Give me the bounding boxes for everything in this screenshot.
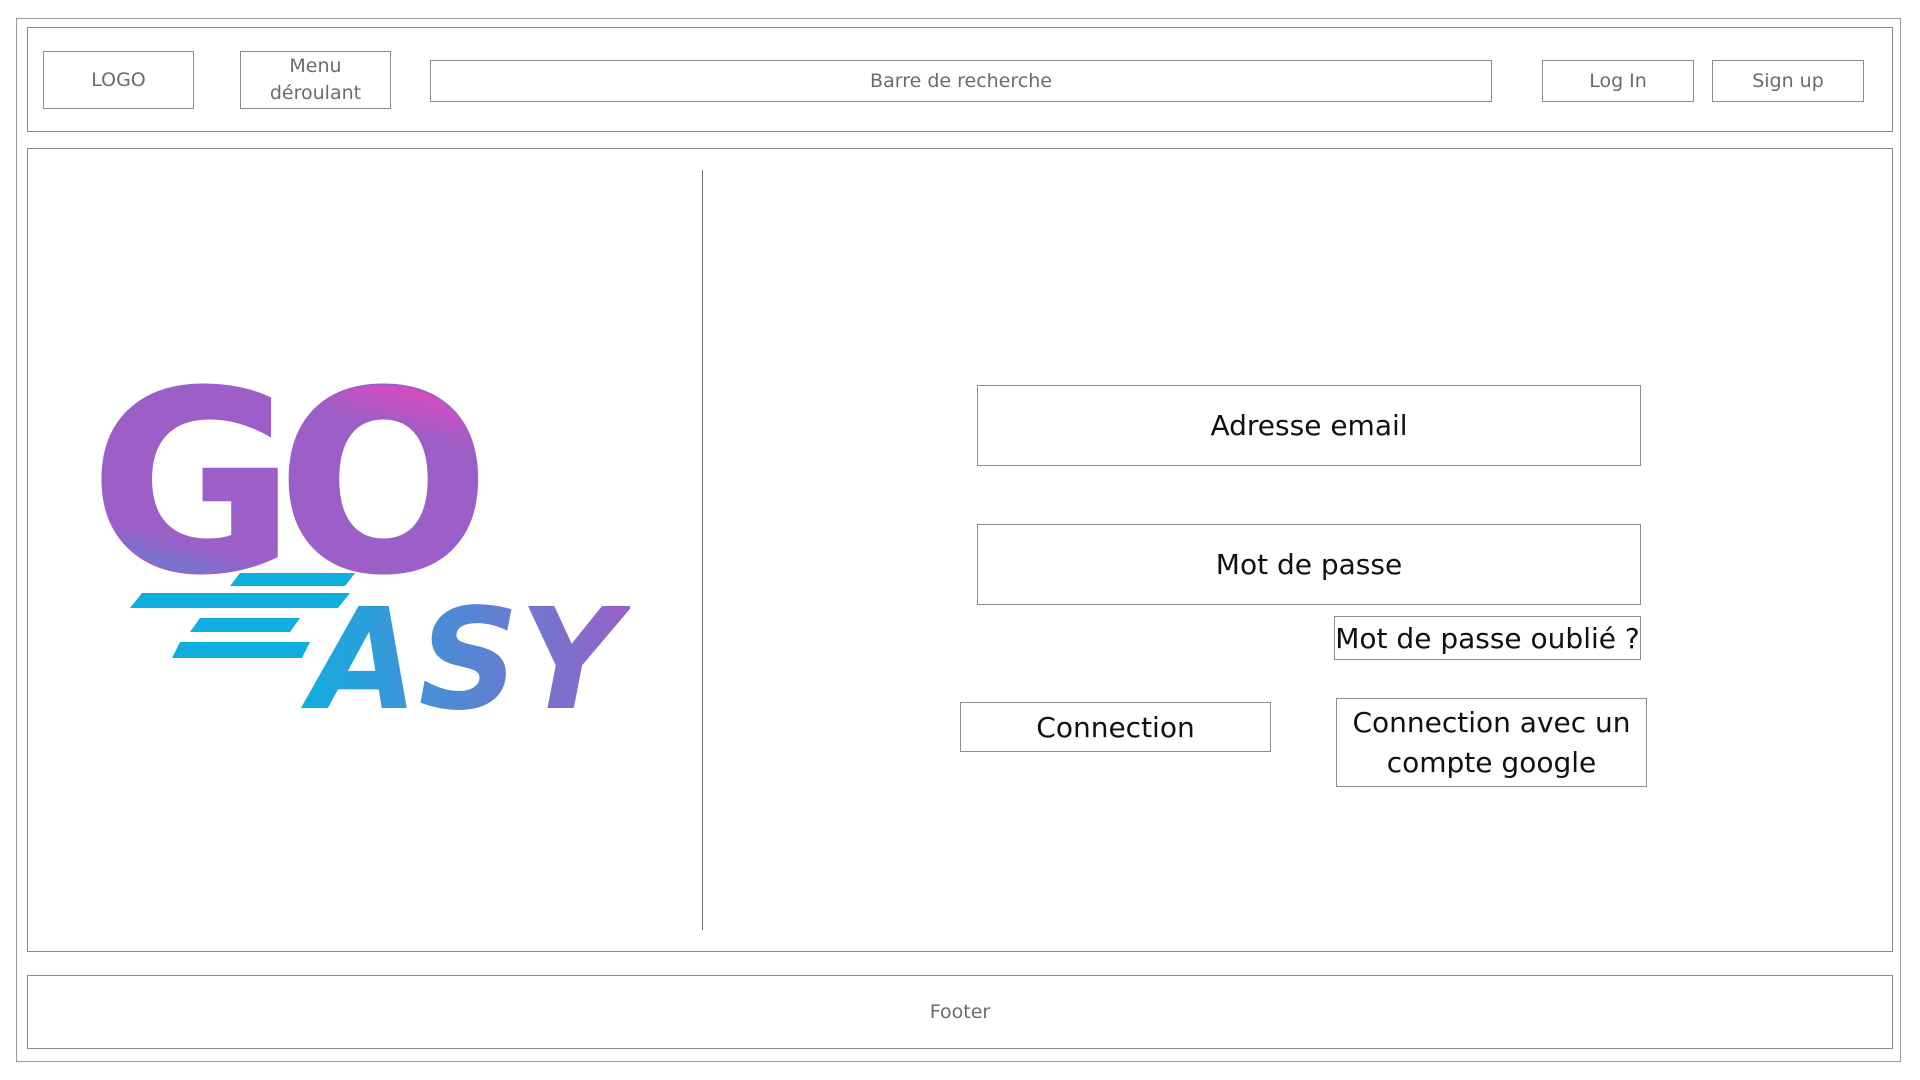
dropdown-menu-label: Menu déroulant	[270, 53, 361, 107]
footer-label: Footer	[929, 1001, 991, 1023]
logo-placeholder[interactable]: LOGO	[43, 51, 194, 109]
connect-label: Connection	[1036, 710, 1195, 744]
google-connect-label: Connection avec un compte google	[1352, 703, 1630, 783]
password-field[interactable]: Mot de passe	[977, 524, 1641, 605]
forgot-password-label: Mot de passe oublié ?	[1335, 621, 1640, 655]
search-bar[interactable]: Barre de recherche	[430, 60, 1492, 102]
search-placeholder: Barre de recherche	[870, 70, 1052, 92]
google-label-line1: Connection avec un	[1352, 705, 1631, 739]
menu-label-line2: déroulant	[269, 82, 362, 104]
goeasy-logo: GO ASY	[89, 360, 630, 720]
login-label: Log In	[1589, 70, 1647, 92]
menu-label-line1: Menu	[289, 55, 342, 77]
signup-label: Sign up	[1752, 70, 1824, 92]
dropdown-menu-button[interactable]: Menu déroulant	[240, 51, 391, 109]
logo-text-easy: ASY	[300, 579, 630, 720]
google-connect-button[interactable]: Connection avec un compte google	[1336, 698, 1647, 787]
forgot-password-link[interactable]: Mot de passe oublié ?	[1334, 616, 1641, 660]
footer: Footer	[27, 975, 1893, 1049]
email-field[interactable]: Adresse email	[977, 385, 1641, 466]
login-button[interactable]: Log In	[1542, 60, 1694, 102]
email-placeholder: Adresse email	[1210, 409, 1408, 442]
password-placeholder: Mot de passe	[1215, 548, 1403, 581]
vertical-divider	[702, 170, 703, 930]
logo-label: LOGO	[91, 69, 146, 91]
google-label-line2: compte google	[1386, 745, 1597, 779]
signup-button[interactable]: Sign up	[1712, 60, 1864, 102]
connect-button[interactable]: Connection	[960, 702, 1271, 752]
